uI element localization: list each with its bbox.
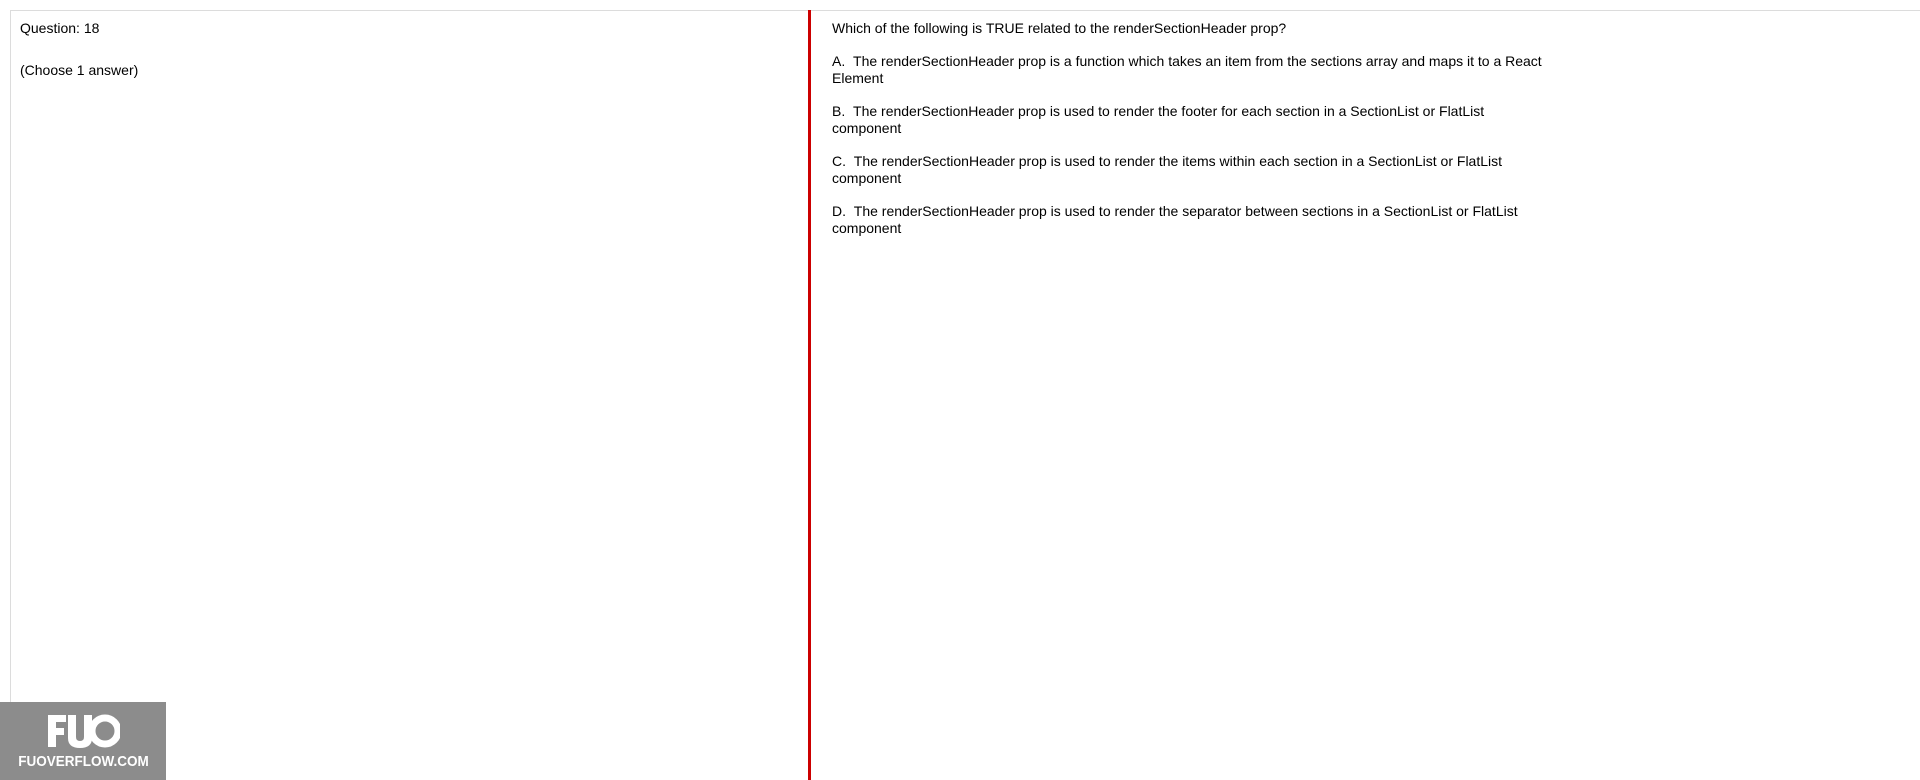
watermark: FUOVERFLOW.COM — [0, 702, 166, 780]
pane-divider — [808, 10, 811, 780]
option-text: The renderSectionHeader prop is used to … — [832, 203, 1518, 236]
option-b[interactable]: B. The renderSectionHeader prop is used t… — [832, 103, 1542, 137]
fuo-logo-icon — [48, 714, 120, 748]
top-border — [10, 10, 1920, 11]
option-letter: A. — [832, 53, 846, 69]
option-letter: C. — [832, 153, 846, 169]
answer-count-hint: (Choose 1 answer) — [20, 62, 139, 78]
question-meta-pane: Question: 18 (Choose 1 answer) — [20, 20, 790, 79]
option-a[interactable]: A. The renderSectionHeader prop is a func… — [832, 53, 1542, 87]
option-c[interactable]: C. The renderSectionHeader prop is used t… — [832, 153, 1542, 187]
question-number: Question: 18 — [20, 20, 100, 36]
option-text: The renderSectionHeader prop is used to … — [832, 103, 1485, 136]
option-letter: B. — [832, 103, 846, 119]
option-text: The renderSectionHeader prop is a functi… — [832, 53, 1542, 86]
question-text: Which of the following is TRUE related t… — [832, 20, 1287, 36]
question-content-pane: Which of the following is TRUE related t… — [832, 20, 1542, 253]
option-text: The renderSectionHeader prop is used to … — [832, 153, 1503, 186]
left-border — [10, 10, 11, 780]
option-d[interactable]: D. The renderSectionHeader prop is used t… — [832, 203, 1542, 237]
watermark-site-label: FUOVERFLOW.COM — [17, 752, 149, 770]
option-letter: D. — [832, 203, 846, 219]
